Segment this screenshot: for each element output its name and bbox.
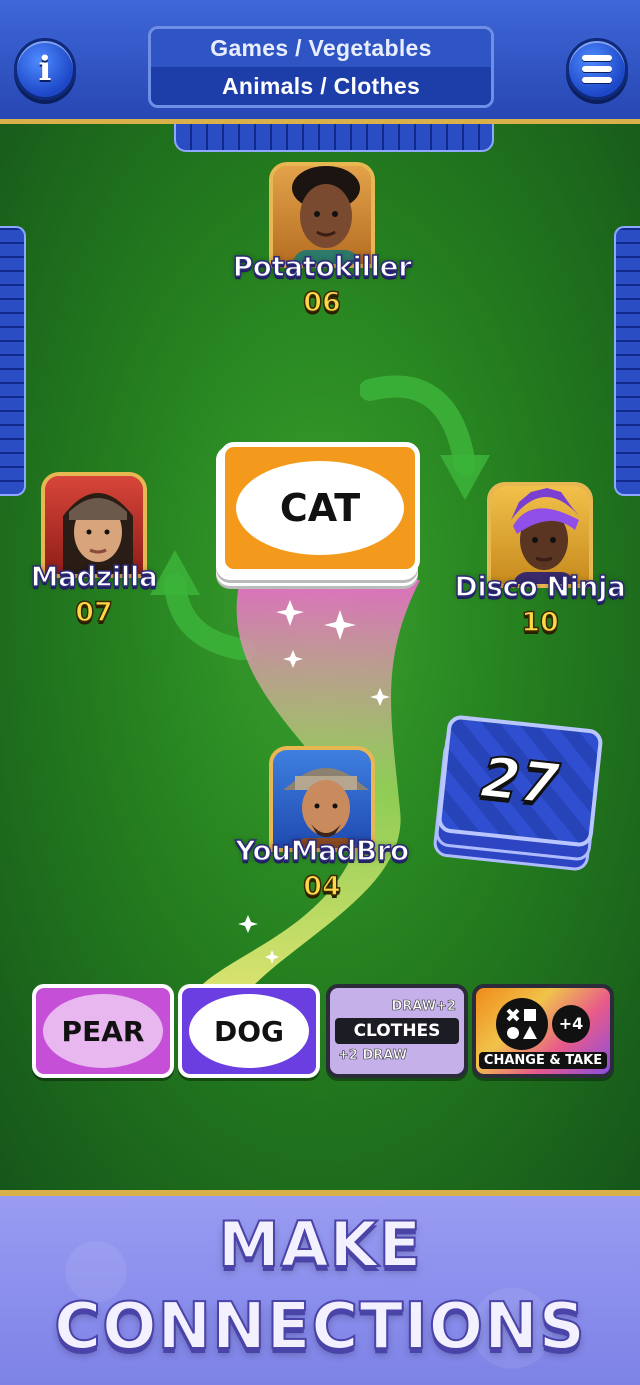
plus-four-badge: +4 xyxy=(552,1004,590,1043)
opponent-hand-left xyxy=(0,226,26,496)
hand-card-draw2[interactable]: DRAW+2 CLOTHES +2 DRAW xyxy=(326,984,468,1078)
hand-card-dog[interactable]: DOG xyxy=(178,984,320,1078)
hand-card-pear[interactable]: PEAR xyxy=(32,984,174,1078)
banner-headline-1: MAKE xyxy=(217,1207,423,1282)
draw-deck[interactable]: 27 xyxy=(432,714,604,872)
category-line-2: Animals / Clothes xyxy=(151,67,491,105)
discard-pile: CAT xyxy=(214,442,420,588)
player-card-count: 10 xyxy=(520,606,559,639)
card-bottom-text: +2 DRAW xyxy=(338,1048,408,1064)
card-label: CHANGE & TAKE xyxy=(478,1051,608,1069)
hamburger-menu-icon xyxy=(582,55,612,83)
category-line-1: Games / Vegetables xyxy=(151,29,491,67)
player-left: Madzilla 07 xyxy=(0,472,194,629)
card-word: CAT xyxy=(236,461,404,555)
player-card-count: 04 xyxy=(302,870,341,903)
banner-headline-2: CONNECTIONS xyxy=(53,1289,586,1365)
player-name: YouMadBro xyxy=(234,833,410,868)
player-name: Madzilla xyxy=(30,559,159,594)
player-card-count: 07 xyxy=(74,596,113,629)
player-name: Potatokiller xyxy=(232,249,413,284)
top-played-card: CAT xyxy=(220,442,420,574)
draw-deck-count: 27 xyxy=(477,744,563,819)
player-right: Disco Ninja 10 xyxy=(440,482,640,639)
card-word: DOG xyxy=(189,994,309,1068)
card-word: PEAR xyxy=(43,994,163,1068)
player-top: Potatokiller 06 xyxy=(222,162,422,319)
player-card-count: 06 xyxy=(302,286,341,319)
top-bar: i Games / Vegetables Animals / Clothes xyxy=(0,0,640,124)
shapes-icon xyxy=(496,997,548,1050)
info-button[interactable]: i xyxy=(14,38,76,100)
card-top-text: DRAW+2 xyxy=(391,999,456,1015)
info-icon: i xyxy=(38,49,52,89)
card-category: CLOTHES xyxy=(335,1018,459,1044)
draw-deck-top-card[interactable]: 27 xyxy=(436,714,604,848)
player-you: YouMadBro 04 xyxy=(222,746,422,903)
menu-button[interactable] xyxy=(566,38,628,100)
category-panel: Games / Vegetables Animals / Clothes xyxy=(148,26,494,108)
hand-card-wild[interactable]: +4 CHANGE & TAKE xyxy=(472,984,614,1078)
opponent-hand-top xyxy=(174,124,494,152)
opponent-hand-right xyxy=(614,226,640,496)
player-name: Disco Ninja xyxy=(454,569,627,604)
